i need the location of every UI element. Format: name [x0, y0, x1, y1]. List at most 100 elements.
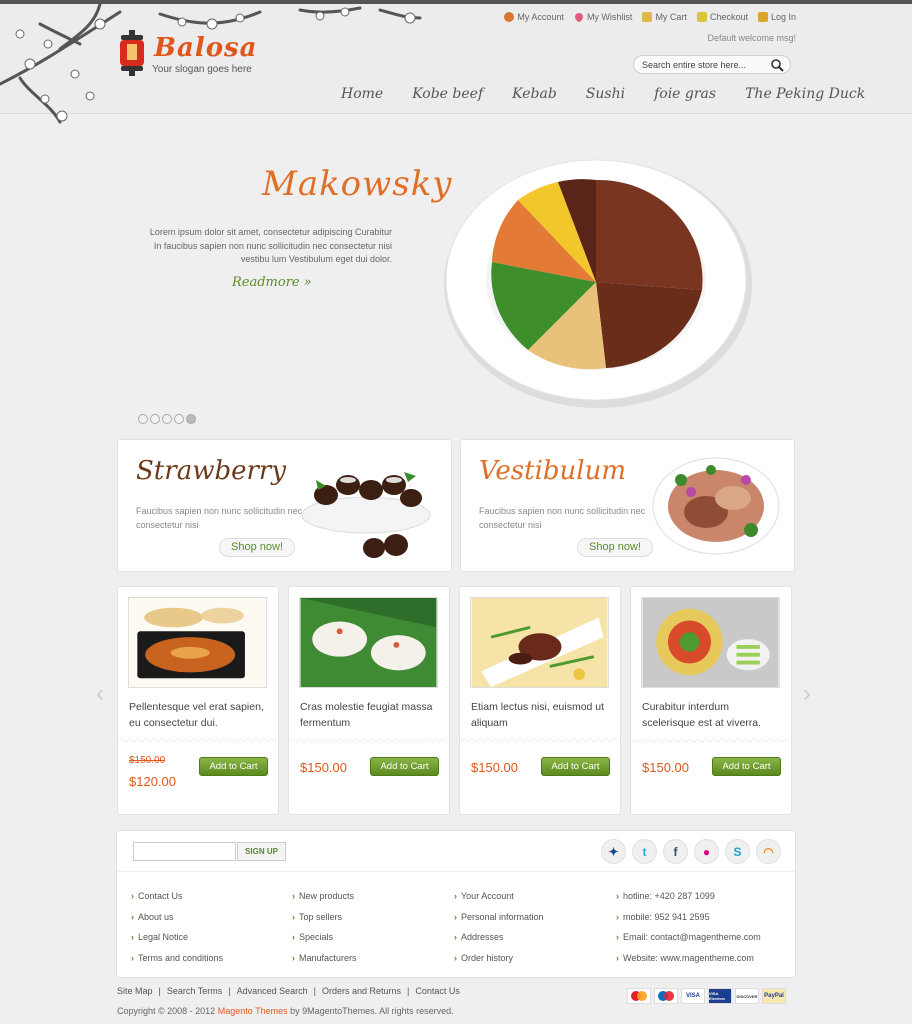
footer: SIGN UP ✦ t f ● S ◠ › Contact Us › About u…: [116, 830, 796, 978]
footer-link-personal-info[interactable]: › Personal information: [454, 912, 544, 933]
myspace-icon[interactable]: ✦: [601, 839, 626, 864]
checkout-icon: [696, 12, 707, 22]
product-price: $120.00: [129, 774, 176, 789]
footer-hotline: › hotline: +420 287 1099: [616, 891, 715, 901]
carousel-prev-arrow[interactable]: ‹: [96, 680, 104, 708]
divider: [118, 739, 277, 743]
advanced-search-link[interactable]: Advanced Search: [237, 986, 308, 996]
footer-link-order-history[interactable]: › Order history: [454, 953, 544, 974]
brand-name[interactable]: Balosa: [154, 33, 258, 63]
footer-divider: [117, 871, 795, 872]
footer-link-specials[interactable]: › Specials: [292, 932, 357, 953]
promo-text: Faucibus sapien non nunc sollicitudin ne…: [479, 506, 646, 530]
footer-link-your-account[interactable]: › Your Account: [454, 891, 544, 912]
carousel-next-arrow[interactable]: ›: [803, 680, 811, 708]
footer-link-terms[interactable]: › Terms and conditions: [131, 953, 223, 974]
nav-foie-gras[interactable]: foie gras: [654, 86, 716, 102]
footer-link-legal-notice[interactable]: › Legal Notice: [131, 932, 223, 953]
paypal-icon: PayPal: [762, 988, 786, 1004]
magento-themes-link[interactable]: Magento Themes: [218, 1006, 288, 1016]
social-links: ✦ t f ● S ◠: [601, 839, 781, 864]
orders-returns-link[interactable]: Orders and Returns: [322, 986, 401, 996]
divider: [631, 739, 790, 743]
promo-strawberry: Strawberry Faucibus sapien non nunc soll…: [117, 439, 452, 572]
footer-link-contact-us[interactable]: › Contact Us: [131, 891, 223, 912]
my-cart-link[interactable]: My Cart: [642, 12, 687, 22]
footer-website[interactable]: › Website: www.magentheme.com: [616, 953, 761, 974]
add-to-cart-button[interactable]: Add to Cart: [199, 757, 268, 776]
contact-us-link[interactable]: Contact Us: [415, 986, 460, 996]
product-name[interactable]: Cras molestie feugiat massa fermentum: [300, 699, 442, 731]
product-old-price: $150.00: [129, 755, 166, 766]
twitter-icon[interactable]: t: [632, 839, 657, 864]
readmore-link[interactable]: Readmore »: [232, 275, 312, 290]
add-to-cart-button[interactable]: Add to Cart: [370, 757, 439, 776]
divider: [289, 739, 448, 743]
product-name[interactable]: Etiam lectus nisi, euismod ut aliquam: [471, 699, 613, 731]
product-name[interactable]: Curabitur interdum scelerisque est at vi…: [642, 699, 784, 731]
checkout-label: Checkout: [709, 12, 748, 22]
nav-kobe-beef[interactable]: Kobe beef: [412, 86, 483, 102]
shop-now-button[interactable]: Shop now!: [577, 538, 653, 557]
slider-dot-2[interactable]: [150, 414, 160, 424]
visa-electron-icon: VISA Electron: [708, 988, 732, 1004]
footer-link-manufacturers[interactable]: › Manufacturers: [292, 953, 357, 974]
nav-sushi[interactable]: Sushi: [586, 86, 625, 102]
add-to-cart-button[interactable]: Add to Cart: [541, 757, 610, 776]
my-account-link[interactable]: My Account: [504, 12, 564, 22]
slider-pagination: [138, 414, 196, 424]
slider-dot-3[interactable]: [162, 414, 172, 424]
brand-slogan: Your slogan goes here: [152, 64, 252, 75]
footer-link-top-sellers[interactable]: › Top sellers: [292, 912, 357, 933]
login-link[interactable]: Log In: [757, 12, 796, 22]
mastercard-icon: [627, 988, 651, 1004]
newsletter-email-input[interactable]: [133, 842, 236, 861]
nav-peking-duck[interactable]: The Peking Duck: [745, 86, 865, 102]
add-to-cart-button[interactable]: Add to Cart: [712, 757, 781, 776]
sign-up-button[interactable]: SIGN UP: [237, 842, 286, 861]
slider-dot-4[interactable]: [174, 414, 184, 424]
footer-col-info: › Contact Us › About us › Legal Notice › Ter…: [131, 891, 223, 973]
flickr-icon[interactable]: ●: [694, 839, 719, 864]
footer-email[interactable]: › Email: contact@magentheme.com: [616, 932, 761, 953]
skype-icon[interactable]: S: [725, 839, 750, 864]
footer-col-account: › Your Account › Personal information › Add…: [454, 891, 544, 973]
footer-link-about-us[interactable]: › About us: [131, 912, 223, 933]
product-image[interactable]: [470, 597, 609, 688]
product-price: $150.00: [300, 760, 347, 775]
slider-dot-5[interactable]: [186, 414, 196, 424]
checkout-link[interactable]: Checkout: [696, 12, 748, 22]
footer-link-new-products[interactable]: › New products: [292, 891, 357, 912]
promo-title: Strawberry: [136, 456, 287, 486]
divider: [460, 739, 619, 743]
nav-home[interactable]: Home: [341, 86, 383, 102]
nav-kebab[interactable]: Kebab: [512, 86, 557, 102]
footer-mobile: › mobile: 952 941 2595: [616, 911, 710, 922]
rss-icon[interactable]: ◠: [756, 839, 781, 864]
search-terms-link[interactable]: Search Terms: [167, 986, 222, 996]
welcome-message: Default welcome msg!: [707, 33, 796, 43]
product-price: $150.00: [642, 760, 689, 775]
footer-col-products: › New products › Top sellers › Specials › Ma…: [292, 891, 357, 973]
search-icon[interactable]: [770, 58, 784, 72]
facebook-icon[interactable]: f: [663, 839, 688, 864]
payment-methods: VISA VISA Electron DISCOVER PayPal: [627, 988, 786, 1004]
product-name[interactable]: Pellentesque vel erat sapien, eu consect…: [129, 699, 271, 731]
footer-link-addresses[interactable]: › Addresses: [454, 932, 544, 953]
product-image[interactable]: [299, 597, 438, 688]
product-image[interactable]: [641, 597, 780, 688]
my-wishlist-link[interactable]: My Wishlist: [573, 11, 632, 23]
search-input[interactable]: [634, 56, 759, 73]
slider-dot-1[interactable]: [138, 414, 148, 424]
login-label: Log In: [770, 12, 796, 22]
slide-text: Lorem ipsum dolor sit amet, consectetur …: [149, 227, 392, 264]
product-card-3: Etiam lectus nisi, euismod ut aliquam $1…: [459, 586, 621, 815]
top-links: My Account My Wishlist My Cart Checkout …: [504, 11, 796, 23]
product-image[interactable]: [128, 597, 267, 688]
shop-now-button[interactable]: Shop now!: [219, 538, 295, 557]
site-map-link[interactable]: Site Map: [117, 986, 153, 996]
promo-text: Faucibus sapien non nunc sollicitudin ne…: [136, 506, 303, 530]
lantern-logo-icon: [120, 30, 144, 76]
slide-food-plate-image: [444, 159, 752, 408]
bottom-links: Site Map | Search Terms | Advanced Search |…: [117, 986, 460, 996]
